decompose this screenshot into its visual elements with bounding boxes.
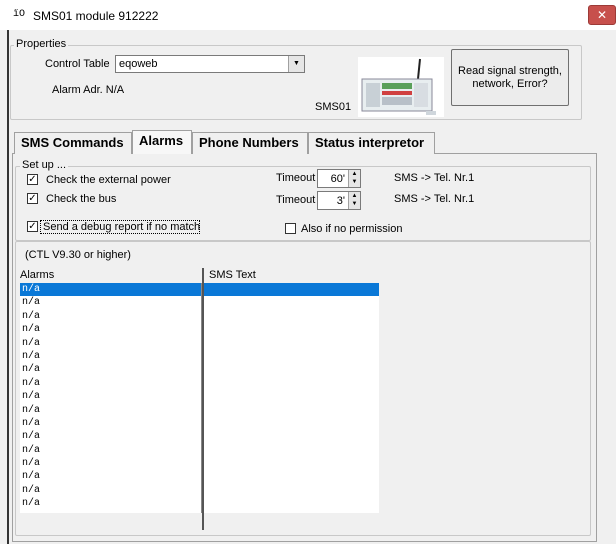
list-item[interactable]: n/a [20,337,201,350]
list-item[interactable]: n/a [20,404,201,417]
title-bar: ïO SMS01 module 912222 ✕ [0,0,616,30]
sms-text-cell[interactable] [204,430,379,443]
list-item[interactable]: n/a [20,470,201,483]
control-table-combo[interactable]: eqoweb ▼ [115,55,305,73]
list-item[interactable]: n/a [20,484,201,497]
timeout-1-spinner[interactable]: 60' ▲ ▼ [317,169,361,188]
list-item[interactable]: n/a [20,363,201,376]
control-table-label: Control Table [45,58,110,70]
read-signal-button[interactable]: Read signal strength, network, Error? [451,49,569,106]
alarms-list[interactable]: n/a n/a n/a n/a n/a n/a n/a n/a n/a n/a n/a n/a n/a n… [20,283,202,513]
bus-checkbox[interactable]: ✓ [27,193,38,204]
read-signal-label: Read signal strength, network, Error? [458,64,562,90]
bus-label: Check the bus [46,193,117,205]
spin-down-icon[interactable]: ▼ [349,200,360,208]
spinner-buttons[interactable]: ▲ ▼ [348,170,360,187]
list-item[interactable]: n/a [20,350,201,363]
timeout-1-value: 60' [330,173,345,185]
alarms-column-header: Alarms [20,269,55,281]
chevron-down-icon[interactable]: ▼ [288,56,304,72]
device-image [358,57,444,117]
timeout-label-1: Timeout [276,172,316,184]
sms-text-cell[interactable] [204,470,379,483]
sms-text-cell[interactable] [204,417,379,430]
sms-text-cell[interactable] [204,323,379,336]
no-permission-label: Also if no permission [301,223,403,235]
sms-text-cell[interactable] [204,310,379,323]
sms-text-list[interactable] [204,283,379,513]
sms-text-cell[interactable] [204,390,379,403]
close-button[interactable]: ✕ [588,5,616,25]
spin-up-icon[interactable]: ▲ [349,192,360,200]
external-power-checkbox[interactable]: ✓ [27,174,38,185]
sms-text-cell[interactable] [204,444,379,457]
external-power-label: Check the external power [46,174,171,186]
debug-report-checkbox[interactable]: ✓ [27,221,38,232]
sms-text-cell[interactable] [204,457,379,470]
list-item[interactable]: n/a [20,417,201,430]
list-item[interactable]: n/a [20,457,201,470]
properties-legend: Properties [14,38,69,50]
tab-sms-commands[interactable]: SMS Commands [14,132,132,154]
sms-text-cell[interactable] [204,283,379,297]
list-item[interactable]: n/a [20,296,201,309]
sms-text-cell[interactable] [204,497,379,510]
list-item[interactable]: n/a [20,323,201,336]
sms-text-cell[interactable] [204,350,379,363]
tab-phone-numbers[interactable]: Phone Numbers [192,132,308,154]
spinner-buttons[interactable]: ▲ ▼ [348,192,360,209]
sms-tel-1: SMS -> Tel. Nr.1 [394,172,475,184]
sms-text-column-header: SMS Text [209,269,256,281]
list-item[interactable]: n/a [20,444,201,457]
window-edge [7,30,9,544]
sms-text-cell[interactable] [204,377,379,390]
app-icon: ïO [13,9,26,20]
sms-text-cell[interactable] [204,363,379,376]
control-table-value: eqoweb [119,58,158,70]
alarm-address: Alarm Adr. N/A [52,84,125,96]
list-item[interactable]: n/a [20,283,201,297]
spin-up-icon[interactable]: ▲ [349,170,360,178]
list-item[interactable]: n/a [20,497,201,510]
timeout-2-value: 3' [336,195,345,207]
list-item[interactable]: n/a [20,390,201,403]
no-permission-checkbox[interactable] [285,223,296,234]
sms-tel-2: SMS -> Tel. Nr.1 [394,193,475,205]
sms-text-cell[interactable] [204,484,379,497]
column-divider[interactable] [202,268,204,530]
setup-legend: Set up ... [20,159,69,171]
sms-text-cell[interactable] [204,404,379,417]
spin-down-icon[interactable]: ▼ [349,178,360,186]
timeout-2-spinner[interactable]: 3' ▲ ▼ [317,191,361,210]
device-caption: SMS01 [315,101,352,113]
version-note: (CTL V9.30 or higher) [25,249,131,261]
tab-status-interpretor[interactable]: Status interpretor [308,132,435,154]
timeout-label-2: Timeout [276,194,316,206]
tab-alarms[interactable]: Alarms [132,130,192,154]
sms-text-cell[interactable] [204,337,379,350]
debug-report-label: Send a debug report if no match [43,221,201,233]
list-item[interactable]: n/a [20,377,201,390]
list-item[interactable]: n/a [20,310,201,323]
window-title: SMS01 module 912222 [33,9,159,23]
list-item[interactable]: n/a [20,430,201,443]
sms-text-cell[interactable] [204,296,379,309]
